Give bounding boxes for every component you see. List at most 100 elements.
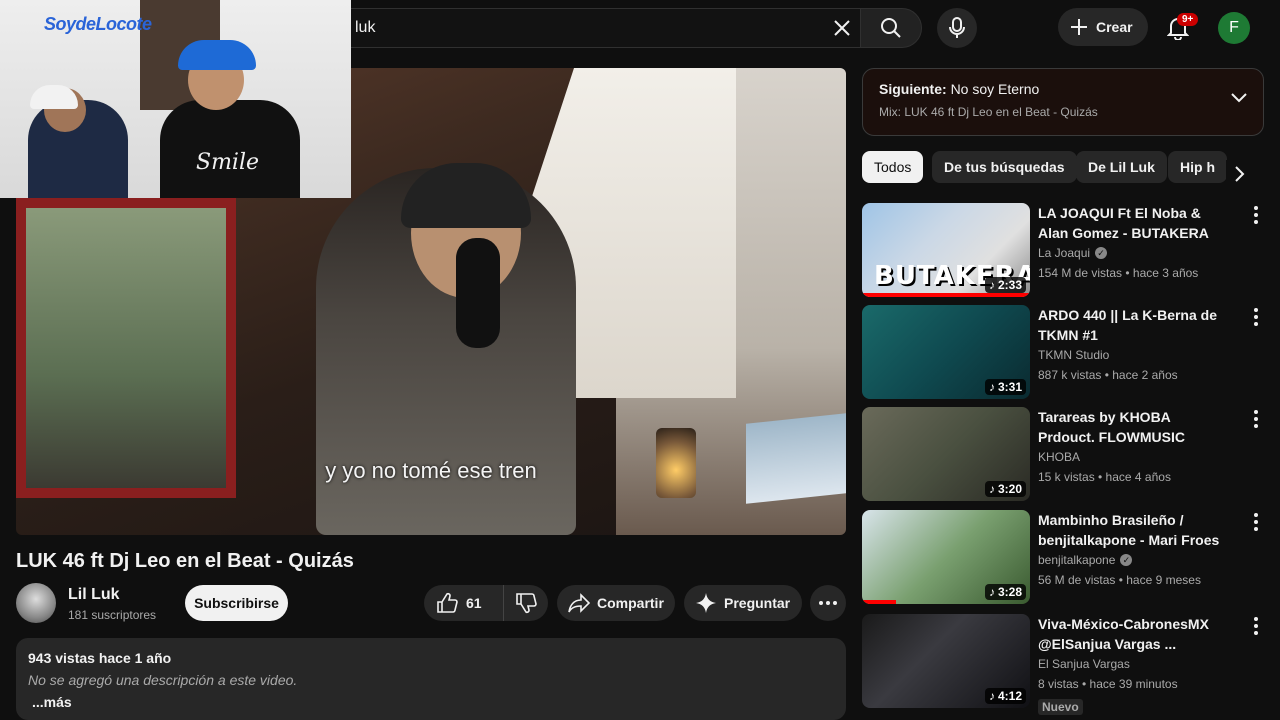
recommendation-title: Viva-México-CabronesMX @ElSanjua Vargas …	[1038, 616, 1209, 652]
recommendation-thumbnail[interactable]: ♪ 3:31	[862, 305, 1030, 399]
music-note-icon: ♪	[988, 380, 995, 394]
more-vertical-icon	[1254, 617, 1258, 635]
chip-hip-hop[interactable]: Hip h	[1168, 151, 1227, 183]
ask-button[interactable]: Preguntar	[684, 585, 802, 621]
search-input[interactable]: luk	[330, 8, 864, 48]
chip-de-tus-busquedas[interactable]: De tus búsquedas	[932, 151, 1077, 183]
recommendation-item[interactable]: ♪ 3:28 Mambinho Brasileño / benjitalkapon…	[862, 510, 1272, 606]
recommendation-meta: 8 vistas • hace 39 minutos	[1038, 677, 1178, 691]
verified-icon: ✓	[1095, 247, 1108, 259]
chip-todos[interactable]: Todos	[862, 151, 924, 183]
recommendation-meta: 15 k vistas • hace 4 años	[1038, 470, 1171, 484]
recommendation-title: Mambinho Brasileño / benjitalkapone - Ma…	[1038, 512, 1220, 548]
ask-label: Preguntar	[724, 595, 791, 611]
recommendation-title: Tarareas by KHOBA Prdouct. FLOWMUSIC	[1038, 409, 1185, 445]
recommendation-meta: 887 k vistas • hace 2 años	[1038, 368, 1178, 382]
webcam-overlay: SoydeLocote Smile	[0, 0, 351, 198]
music-note-icon: ♪	[988, 482, 995, 496]
pip-person-right	[160, 100, 300, 198]
clear-search-button[interactable]	[822, 8, 862, 48]
pip-person-right-cap	[178, 40, 256, 70]
voice-search-button[interactable]	[937, 8, 977, 48]
more-vertical-button[interactable]	[1248, 305, 1264, 329]
music-note-icon: ♪	[988, 689, 995, 703]
recommendation-channel: KHOBA	[1038, 450, 1080, 464]
share-button[interactable]: Compartir	[557, 585, 675, 621]
more-vertical-icon	[1254, 513, 1258, 531]
notification-count-badge: 9+	[1177, 13, 1199, 26]
more-vertical-button[interactable]	[1248, 407, 1264, 431]
thumbs-up-icon	[437, 592, 458, 613]
more-vertical-button[interactable]	[1248, 510, 1264, 534]
recommendation-item[interactable]: BUTAKERA ♪ 2:33 LA JOAQUI Ft El Noba & Al…	[862, 203, 1272, 299]
duration-text: 3:20	[997, 482, 1022, 496]
next-up-mix: Mix: LUK 46 ft Dj Leo en el Beat - Quizá…	[879, 105, 1098, 119]
channel-name: benjitalkapone	[1038, 553, 1116, 567]
duration-text: 4:12	[997, 689, 1022, 703]
search-query: luk	[355, 19, 376, 36]
account-avatar[interactable]: F	[1218, 12, 1250, 44]
more-vertical-button[interactable]	[1248, 203, 1264, 227]
create-button[interactable]: Crear	[1058, 8, 1148, 46]
pip-shirt-text: Smile	[196, 150, 260, 175]
thumbs-down-icon	[516, 593, 537, 614]
video-frame-window	[16, 198, 236, 498]
recommendation-item[interactable]: ♪ 3:31 ARDO 440 || La K-Berna de TKMN #1 …	[862, 305, 1272, 401]
recommendation-meta: 56 M de vistas • hace 9 meses	[1038, 573, 1201, 587]
next-up-video-title: No soy Eterno	[950, 81, 1040, 97]
search-icon	[881, 18, 901, 38]
duration-badge: ♪ 3:31	[984, 379, 1026, 395]
recommendation-channel: benjitalkapone ✓	[1038, 553, 1133, 567]
close-icon	[834, 20, 850, 36]
recommendation-channel: TKMN Studio	[1038, 348, 1109, 362]
next-up-panel[interactable]: Siguiente: No soy Eterno Mix: LUK 46 ft …	[862, 68, 1264, 136]
channel-name: La Joaqui	[1038, 246, 1091, 260]
like-button[interactable]: 61	[424, 585, 504, 621]
recommendation-meta: 154 M de vistas • hace 3 años	[1038, 266, 1199, 280]
recommendation-thumbnail[interactable]: ♪ 3:20	[862, 407, 1030, 501]
recommendation-item[interactable]: ♪ 3:20 Tarareas by KHOBA Prdouct. FLOWMUS…	[862, 407, 1272, 503]
pip-wall-logo: SoydeLocote	[44, 14, 152, 34]
channel-name[interactable]: Lil Luk	[68, 586, 120, 604]
chevron-down-icon[interactable]	[1231, 93, 1247, 103]
watch-progress-bar	[862, 293, 1030, 297]
description-box[interactable]: 943 vistas hace 1 año No se agregó una d…	[16, 638, 846, 720]
show-more-link[interactable]: ...más	[32, 694, 834, 710]
more-vertical-icon	[1254, 410, 1258, 428]
chips-scroll-right-button[interactable]	[1226, 160, 1254, 188]
duration-text: 3:31	[997, 380, 1022, 394]
video-subtitle: y yo no tomé ese tren	[325, 458, 537, 483]
video-title: LUK 46 ft Dj Leo en el Beat - Quizás	[16, 550, 354, 572]
music-note-icon: ♪	[988, 278, 995, 292]
video-frame-microphone	[456, 238, 500, 348]
recommendation-thumbnail[interactable]: BUTAKERA ♪ 2:33	[862, 203, 1030, 297]
search-button[interactable]	[860, 8, 922, 48]
next-up-title: Siguiente: No soy Eterno	[879, 81, 1247, 97]
more-vertical-button[interactable]	[1248, 614, 1264, 638]
description-meta: 943 vistas hace 1 año	[28, 650, 172, 666]
chip-de-lil-luk[interactable]: De Lil Luk	[1076, 151, 1167, 183]
filter-chips: Todos De tus búsquedas De Lil Luk Hip h	[862, 151, 1264, 183]
more-actions-button[interactable]	[810, 585, 846, 621]
recommendation-channel: La Joaqui ✓	[1038, 246, 1108, 260]
more-horizontal-icon	[819, 601, 837, 605]
chevron-right-icon	[1235, 166, 1245, 182]
duration-text: 2:33	[997, 278, 1022, 292]
channel-name: KHOBA	[1038, 450, 1081, 464]
description-text: No se agregó una descripción a este vide…	[28, 672, 298, 688]
recommendation-thumbnail[interactable]: ♪ 4:12	[862, 614, 1030, 708]
share-icon	[568, 593, 591, 613]
create-label: Crear	[1096, 19, 1133, 35]
next-up-label: Siguiente:	[879, 81, 947, 97]
channel-avatar[interactable]	[16, 583, 56, 623]
dislike-button[interactable]	[504, 585, 548, 621]
channel-name: TKMN Studio	[1038, 348, 1110, 362]
verified-icon: ✓	[1120, 554, 1133, 566]
channel-name: El Sanjua Vargas	[1038, 657, 1130, 671]
recommendation-item[interactable]: ♪ 4:12 Viva-México-CabronesMX @ElSanjua V…	[862, 614, 1272, 720]
subscribe-button[interactable]: Subscribirse	[185, 585, 288, 621]
more-vertical-icon	[1254, 308, 1258, 326]
plus-icon	[1071, 19, 1087, 35]
duration-badge: ♪ 3:28	[984, 584, 1026, 600]
recommendation-thumbnail[interactable]: ♪ 3:28	[862, 510, 1030, 604]
